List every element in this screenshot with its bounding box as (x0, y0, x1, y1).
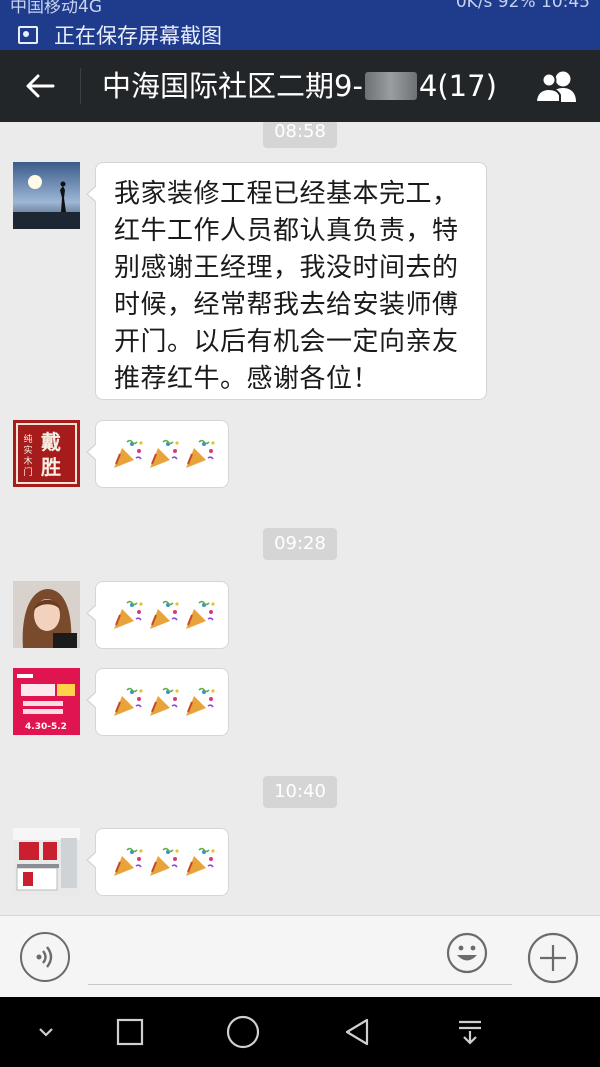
chevron-down-icon (39, 1028, 53, 1037)
party-popper-icon (114, 847, 143, 876)
chat-title-suffix: 4(17) (418, 69, 497, 103)
party-popper-icon (150, 600, 179, 629)
system-navigation-bar (0, 997, 600, 1067)
timestamp: 09:28 (263, 528, 337, 560)
svg-text:实: 实 (23, 444, 32, 456)
emoji-bubble[interactable] (86, 581, 229, 649)
party-popper-icon (186, 847, 215, 876)
circle-icon (226, 1015, 260, 1049)
triangle-back-icon (345, 1018, 369, 1046)
smiley-icon (446, 932, 488, 974)
svg-text:门: 门 (23, 466, 32, 478)
party-popper-icon (150, 687, 179, 716)
nav-back-button[interactable] (317, 997, 397, 1067)
chat-messages[interactable]: 08:58 我家装修工程已经基本完工， 红牛工作人员都认真负责，特 别感谢王经理… (0, 122, 600, 915)
svg-text:纯: 纯 (23, 433, 32, 445)
chat-title: 中海国际社区二期9- 4(17) (102, 64, 497, 108)
timestamp: 08:58 (263, 122, 337, 148)
emoji-bubble[interactable] (86, 828, 229, 896)
svg-text:戴: 戴 (41, 430, 61, 454)
nav-collapse-button[interactable] (6, 997, 86, 1067)
message-input-bar (0, 915, 600, 997)
party-popper-emojis (96, 669, 228, 735)
party-popper-icon (114, 439, 143, 468)
back-button[interactable] (14, 64, 66, 108)
group-members-button[interactable] (532, 64, 582, 108)
image-icon (18, 26, 38, 44)
woman-portrait-avatar[interactable] (13, 581, 80, 648)
status-bar: 中国移动4G 0K/s 92% 10:45 正在保存屏幕截图 (0, 0, 600, 50)
party-popper-icon (114, 600, 143, 629)
party-popper-icon (150, 847, 179, 876)
party-popper-icon (186, 600, 215, 629)
notification-pull-icon (459, 1020, 481, 1045)
title-divider (80, 68, 81, 104)
party-popper-icon (150, 439, 179, 468)
voice-input-button[interactable] (20, 932, 70, 982)
svg-text:胜: 胜 (41, 455, 61, 479)
notification-text: 正在保存屏幕截图 (54, 24, 222, 48)
kitchen-avatar[interactable] (13, 828, 80, 895)
promo-poster-avatar[interactable]: 4.30-5.2 (13, 668, 80, 735)
status-right: 0K/s 92% 10:45 (455, 0, 590, 12)
red-seal-avatar[interactable]: 戴 胜 纯 实 木 门 (13, 420, 80, 487)
emoji-button[interactable] (446, 932, 488, 974)
screenshot-notification: 正在保存屏幕截图 (18, 22, 222, 48)
plus-icon (527, 932, 579, 984)
party-popper-emojis (96, 829, 228, 895)
redacted-blur (364, 72, 417, 100)
party-popper-emojis (96, 421, 228, 487)
voice-icon (36, 946, 53, 968)
party-popper-icon (114, 687, 143, 716)
party-popper-icon (186, 439, 215, 468)
group-members-icon (534, 71, 576, 103)
party-popper-emojis (96, 582, 228, 648)
carrier-label: 中国移动4G (10, 0, 102, 17)
party-popper-icon (186, 687, 215, 716)
square-icon (116, 1018, 144, 1046)
sunset-silhouette-avatar[interactable] (13, 162, 80, 229)
chat-header: 中海国际社区二期9- 4(17) (0, 50, 600, 122)
svg-text:木: 木 (23, 455, 32, 467)
chat-title-prefix: 中海国际社区二期9- (102, 69, 363, 103)
nav-notification-button[interactable] (430, 997, 510, 1067)
timestamp: 10:40 (263, 776, 337, 808)
nav-home-button[interactable] (203, 997, 283, 1067)
arrow-left-icon (26, 74, 55, 98)
nav-recents-button[interactable] (90, 997, 170, 1067)
message-text: 我家装修工程已经基本完工， 红牛工作人员都认真负责，特 别感谢王经理，我没时间去… (114, 179, 459, 394)
emoji-bubble[interactable] (86, 668, 229, 736)
message-bubble[interactable]: 我家装修工程已经基本完工， 红牛工作人员都认真负责，特 别感谢王经理，我没时间去… (86, 162, 487, 400)
emoji-bubble[interactable] (86, 420, 229, 488)
poster-date: 4.30-5.2 (25, 722, 67, 732)
more-actions-button[interactable] (527, 932, 579, 984)
